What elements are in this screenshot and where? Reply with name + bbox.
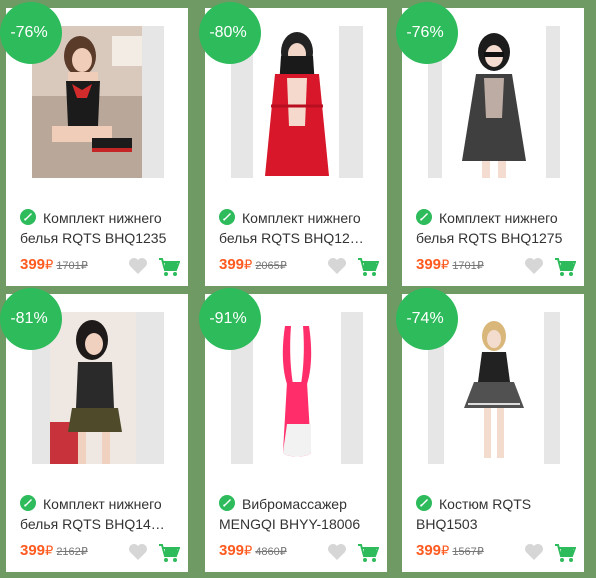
product-title[interactable]: Комплект нижнего белья RQTS BHQ1275 (416, 208, 576, 248)
old-price: 4860₽ (255, 546, 287, 558)
currency: ₽ (45, 257, 54, 272)
old-price: 2162₽ (56, 546, 88, 558)
price-row: 399 ₽ 2162₽ (20, 542, 88, 562)
old-price: 2065₽ (255, 260, 287, 272)
product-card[interactable]: -81% Комплект нижнего белья RQTS BHQ14… … (0, 288, 188, 572)
cart-icon[interactable] (357, 257, 379, 277)
heart-icon[interactable] (524, 257, 544, 275)
product-title[interactable]: Комплект нижнего белья RQTS BHQ12… (219, 208, 379, 248)
price: 399 (20, 256, 46, 273)
old-price: 1701₽ (56, 260, 88, 272)
currency: ₽ (45, 543, 54, 558)
heart-icon[interactable] (128, 543, 148, 561)
discount-badge: -81% (0, 288, 62, 350)
price: 399 (416, 256, 442, 273)
price: 399 (219, 256, 245, 273)
heart-icon[interactable] (524, 543, 544, 561)
price: 399 (416, 542, 442, 559)
currency: ₽ (244, 257, 253, 272)
price-row: 399 ₽ 2065₽ (219, 256, 287, 276)
cart-icon[interactable] (158, 543, 180, 563)
product-title[interactable]: Комплект нижнего белья RQTS BHQ1235 (20, 208, 180, 248)
currency: ₽ (441, 543, 450, 558)
price: 399 (20, 542, 46, 559)
old-price: 1701₽ (452, 260, 484, 272)
discount-badge: -91% (199, 288, 261, 350)
heart-icon[interactable] (327, 543, 347, 561)
product-card[interactable]: -80% Комплект нижнего белья RQTS BHQ12… … (199, 2, 387, 286)
currency: ₽ (244, 543, 253, 558)
discount-badge: -80% (199, 2, 261, 64)
heart-icon[interactable] (128, 257, 148, 275)
price-row: 399 ₽ 1567₽ (416, 542, 484, 562)
price-row: 399 ₽ 1701₽ (416, 256, 484, 276)
product-card[interactable]: -76% Комплект нижнего белья RQTS BHQ1275… (396, 2, 584, 286)
currency: ₽ (441, 257, 450, 272)
heart-icon[interactable] (327, 257, 347, 275)
price-row: 399 ₽ 4860₽ (219, 542, 287, 562)
product-card[interactable]: -91% Вибромассажер MENGQI BHYY-18006 399… (199, 288, 387, 572)
discount-badge: -76% (0, 2, 62, 64)
product-title[interactable]: Вибромассажер MENGQI BHYY-18006 (219, 494, 379, 534)
price: 399 (219, 542, 245, 559)
discount-badge: -74% (396, 288, 458, 350)
product-title[interactable]: Комплект нижнего белья RQTS BHQ14… (20, 494, 180, 534)
price-row: 399 ₽ 1701₽ (20, 256, 88, 276)
cart-icon[interactable] (554, 543, 576, 563)
cart-icon[interactable] (158, 257, 180, 277)
product-card[interactable]: -74% Костюм RQTS BHQ1503 399 ₽ 1567₽ (396, 288, 584, 572)
cart-icon[interactable] (357, 543, 379, 563)
old-price: 1567₽ (452, 546, 484, 558)
discount-badge: -76% (396, 2, 458, 64)
product-title[interactable]: Костюм RQTS BHQ1503 (416, 494, 576, 534)
product-card[interactable]: -76% Комплект нижнего белья RQTS BHQ1235… (0, 2, 188, 286)
cart-icon[interactable] (554, 257, 576, 277)
